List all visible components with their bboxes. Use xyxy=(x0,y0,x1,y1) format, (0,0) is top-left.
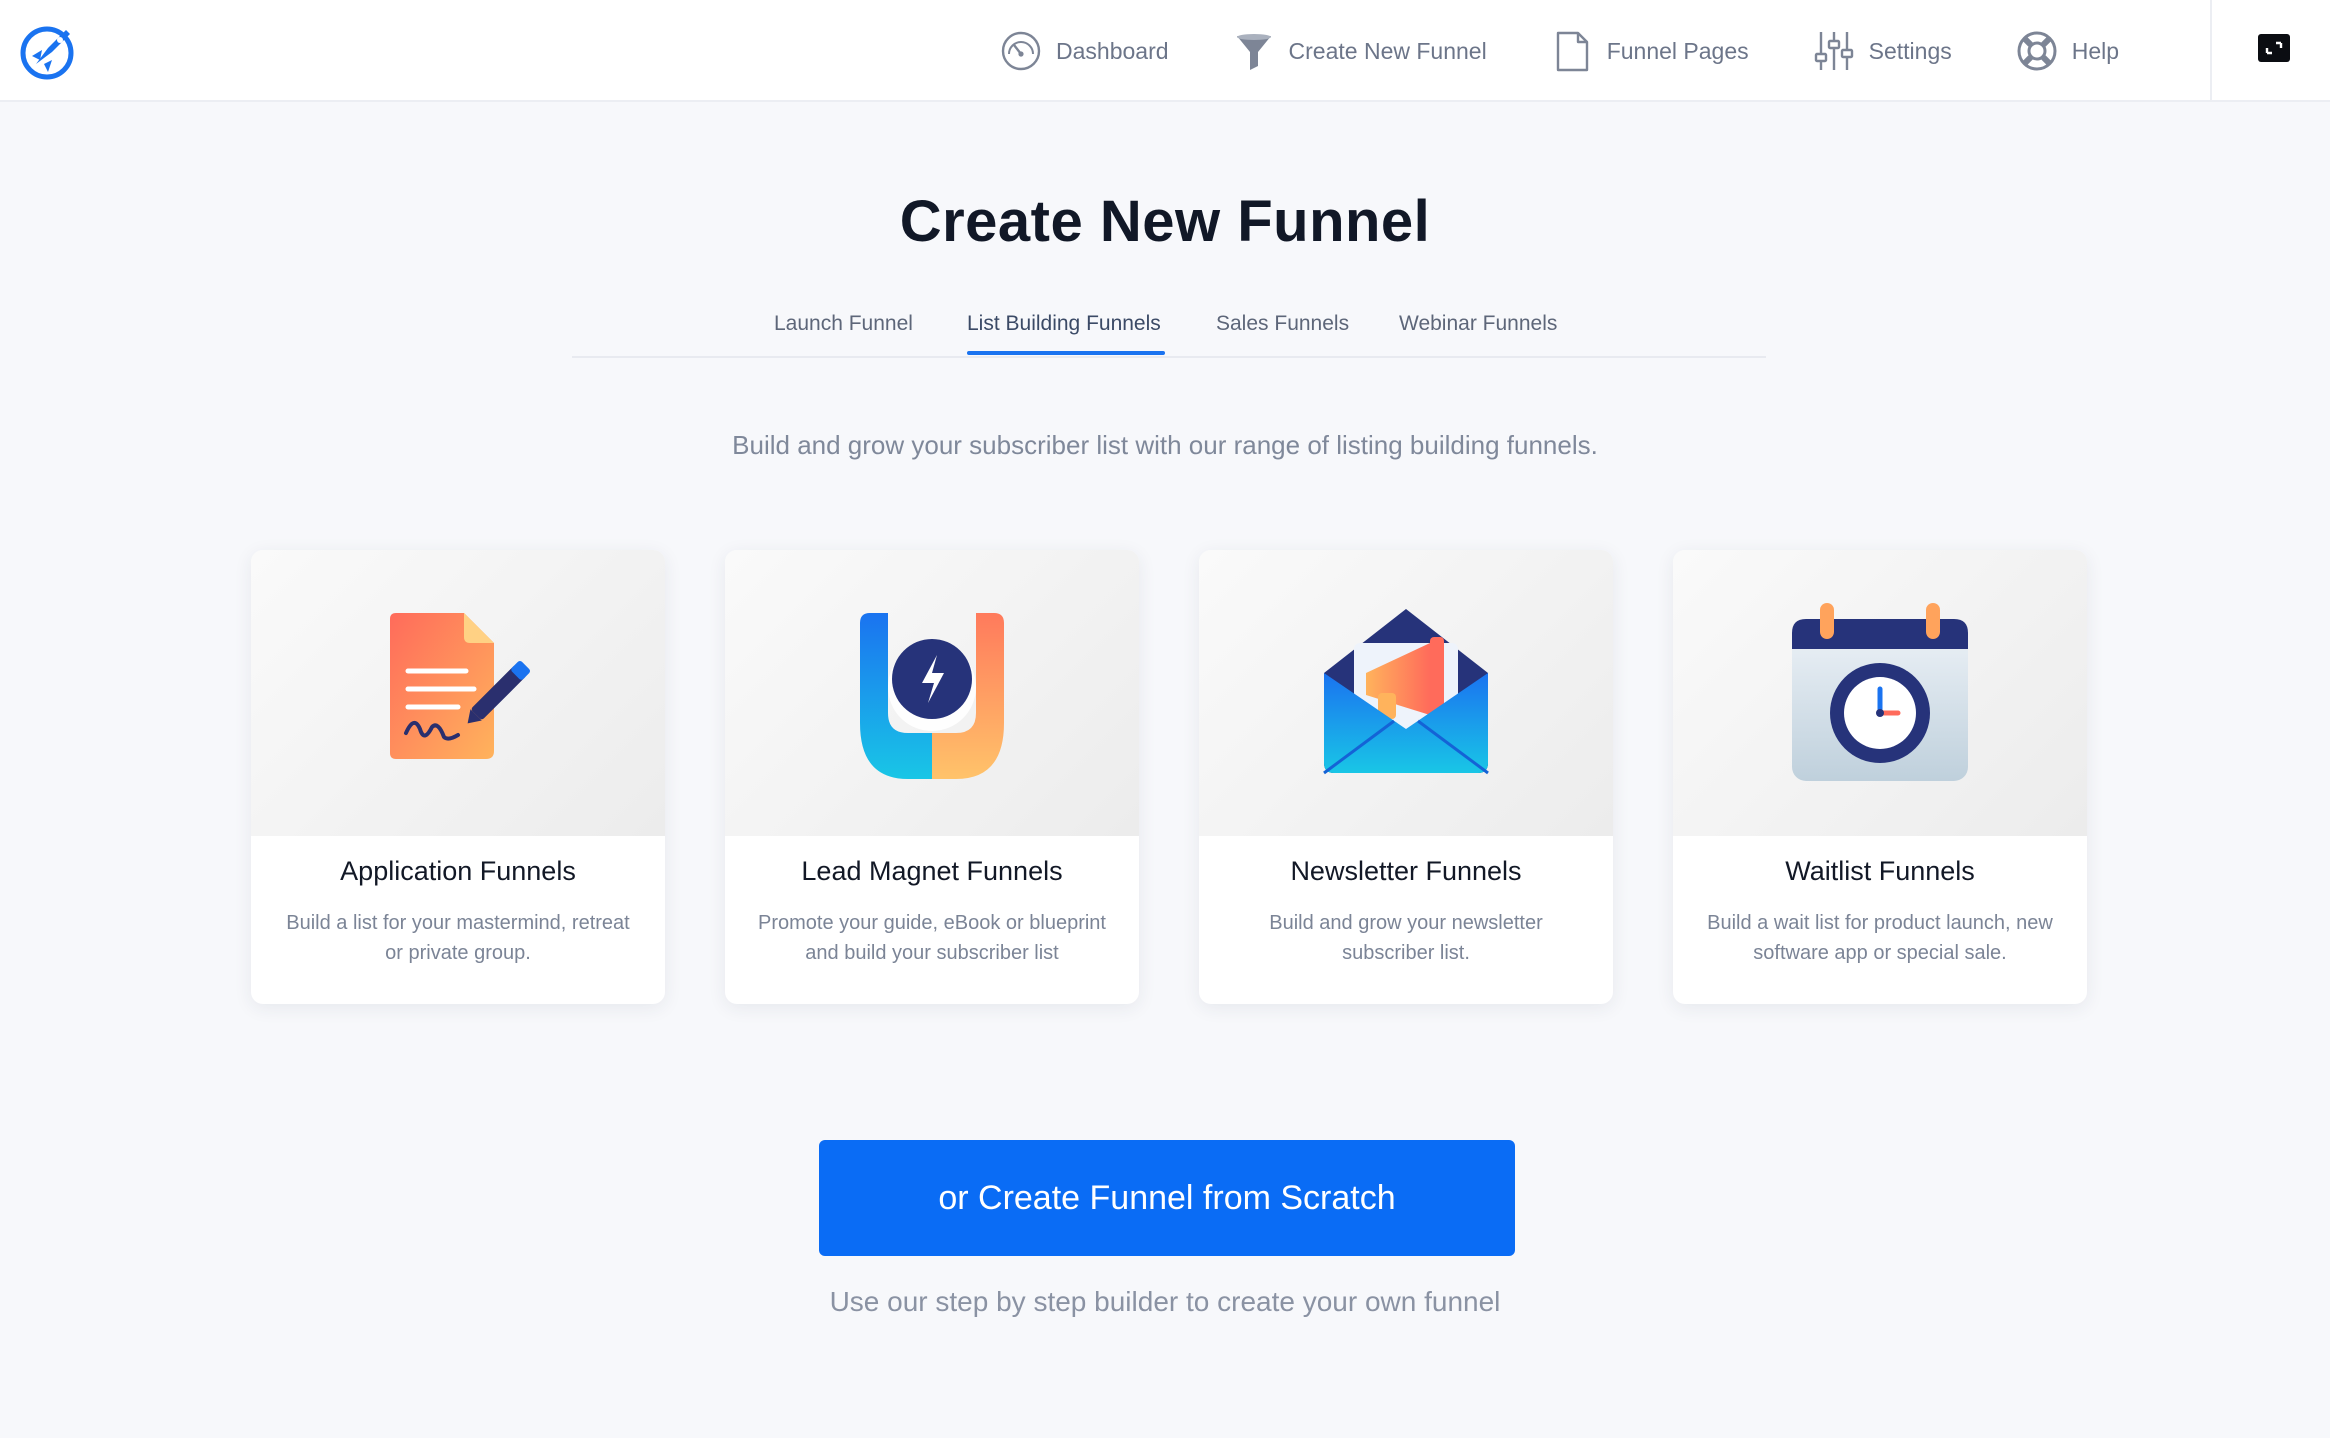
cta-helper-text: Use our step by step builder to create y… xyxy=(829,1286,1501,1317)
envelope-megaphone-icon xyxy=(1323,609,1489,775)
funnel-icon xyxy=(1233,30,1275,72)
nav-funnel-pages[interactable]: Funnel Pages xyxy=(1551,30,1749,72)
card-media xyxy=(251,550,665,836)
nav-create-new-funnel-label: Create New Funnel xyxy=(1288,37,1487,64)
rocket-logo-icon[interactable] xyxy=(18,20,80,82)
tab-list-building-funnels[interactable]: List Building Funnels xyxy=(967,312,1165,355)
calendar-clock-icon xyxy=(1792,603,1968,781)
card-media xyxy=(1673,550,2087,836)
nav-dashboard-label: Dashboard xyxy=(1056,37,1169,64)
card-title: Newsletter Funnels xyxy=(1290,856,1522,886)
signed-document-icon xyxy=(390,613,531,759)
nav-funnel-pages-label: Funnel Pages xyxy=(1606,37,1749,64)
card-media xyxy=(725,550,1139,836)
nav-dashboard[interactable]: Dashboard xyxy=(1000,30,1169,72)
funnel-category-tabs: Launch Funnel List Building Funnels Sale… xyxy=(572,298,1766,358)
dashboard-gauge-icon xyxy=(1000,30,1042,72)
tab-webinar-funnels[interactable]: Webinar Funnels xyxy=(1399,312,1557,336)
page-title: Create New Funnel xyxy=(899,189,1431,254)
nav-settings-label: Settings xyxy=(1868,37,1952,64)
page-subtitle: Build and grow your subscriber list with… xyxy=(732,430,1598,460)
card-newsletter-funnels[interactable]: Newsletter Funnels Build and grow your n… xyxy=(1199,550,1613,1004)
nav-create-new-funnel[interactable]: Create New Funnel xyxy=(1233,30,1487,72)
nav-settings[interactable]: Settings xyxy=(1813,30,1952,72)
card-title: Lead Magnet Funnels xyxy=(801,856,1063,886)
card-description: Build and grow your newsletter subscribe… xyxy=(1269,912,1543,964)
expand-icon xyxy=(2265,41,2283,55)
create-funnel-from-scratch-button[interactable]: or Create Funnel from Scratch xyxy=(819,1140,1515,1256)
card-description: Promote your guide, eBook or blueprint a… xyxy=(758,912,1106,964)
card-description: Build a wait list for product launch, ne… xyxy=(1707,912,2053,964)
card-title: Waitlist Funnels xyxy=(1785,856,1975,886)
main-nav: Dashboard Create New Funnel Funnel Pages xyxy=(1000,0,2183,102)
card-waitlist-funnels[interactable]: Waitlist Funnels Build a wait list for p… xyxy=(1673,550,2087,1004)
card-media xyxy=(1199,550,1613,836)
nav-divider xyxy=(2210,0,2212,102)
card-description: Build a list for your mastermind, retrea… xyxy=(286,912,630,964)
magnet-icon xyxy=(860,613,1004,779)
top-navigation-bar: Dashboard Create New Funnel Funnel Pages xyxy=(0,0,2330,102)
card-title: Application Funnels xyxy=(340,856,576,886)
tab-list-building-funnels-label: List Building Funnels xyxy=(967,312,1161,335)
fullscreen-toggle-button[interactable] xyxy=(2258,34,2290,62)
card-lead-magnet-funnels[interactable]: Lead Magnet Funnels Promote your guide, … xyxy=(725,550,1139,1004)
card-application-funnels[interactable]: Application Funnels Build a list for you… xyxy=(251,550,665,1004)
nav-help-label: Help xyxy=(2071,37,2120,64)
sliders-icon xyxy=(1813,30,1855,72)
nav-help[interactable]: Help xyxy=(2016,30,2119,72)
page-icon xyxy=(1551,30,1593,72)
tab-launch-funnel[interactable]: Launch Funnel xyxy=(774,312,913,336)
lifebuoy-icon xyxy=(2016,30,2058,72)
tab-sales-funnels[interactable]: Sales Funnels xyxy=(1216,312,1349,336)
active-tab-indicator xyxy=(967,351,1165,355)
